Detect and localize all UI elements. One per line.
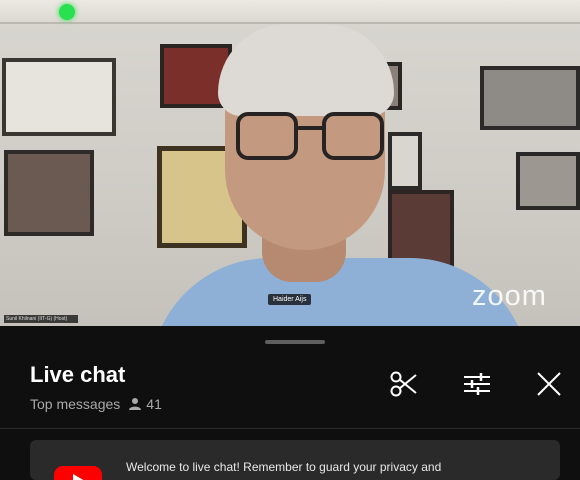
wall-ceiling xyxy=(0,0,580,24)
video-player[interactable]: Haider Aijs Sunil Khilnani (IIT-G) (Host… xyxy=(0,0,580,326)
chat-mode-row[interactable]: Top messages 41 xyxy=(30,396,162,412)
scissors-icon xyxy=(390,371,417,397)
wall-frame xyxy=(388,132,422,190)
participant-name-tag: Haider Aijs xyxy=(268,294,312,305)
youtube-logo-icon xyxy=(54,466,102,480)
viewer-count: 41 xyxy=(146,396,162,412)
person-icon xyxy=(129,398,142,410)
glasses-lens-left xyxy=(236,112,298,160)
self-view-label: Sunil Khilnani (IIT-G) (Host) xyxy=(4,315,78,323)
header-divider xyxy=(0,428,580,429)
sliders-icon xyxy=(464,373,490,395)
wall-frame xyxy=(480,66,580,130)
welcome-message-card: Welcome to live chat! Remember to guard … xyxy=(30,440,560,480)
wall-frame xyxy=(2,58,116,136)
camera-indicator-icon xyxy=(59,4,75,20)
wall-frame xyxy=(4,150,94,236)
close-chat-button[interactable] xyxy=(533,368,565,400)
glasses-lens-right xyxy=(322,112,384,160)
chat-settings-button[interactable] xyxy=(461,368,493,400)
close-icon xyxy=(537,372,561,396)
zoom-watermark: zoom xyxy=(472,280,547,312)
wall-frame xyxy=(516,152,580,210)
chat-title: Live chat xyxy=(30,362,126,387)
chat-mode-label[interactable]: Top messages xyxy=(30,396,120,412)
speaker-hair xyxy=(218,24,394,116)
clip-button[interactable] xyxy=(388,368,420,400)
welcome-message-text: Welcome to live chat! Remember to guard … xyxy=(126,460,442,474)
speaker-glasses xyxy=(236,112,386,166)
drag-handle[interactable] xyxy=(265,340,325,344)
